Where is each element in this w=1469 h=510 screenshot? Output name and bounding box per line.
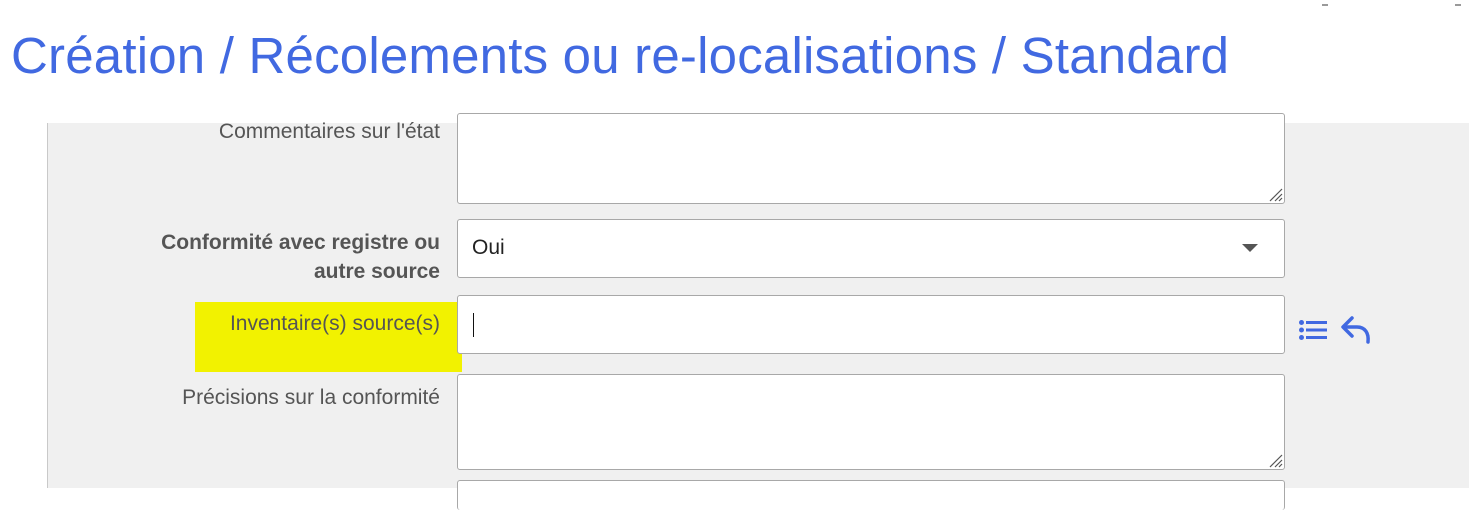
text-cursor [473, 313, 474, 337]
precisions-conformite-textarea[interactable] [457, 374, 1285, 470]
inventaires-source-label: Inventaire(s) source(s) [229, 312, 440, 335]
form-panel: Commentaires sur l'état Conformité avec … [47, 113, 1469, 510]
top-edge-mark [1322, 0, 1328, 6]
etat-comment-textarea[interactable] [457, 113, 1285, 204]
reply-arrow-icon[interactable] [1341, 316, 1371, 344]
page-title: Création / Récolements ou re-localisatio… [11, 27, 1230, 84]
top-edge-mark [1455, 0, 1461, 6]
chevron-down-icon [1242, 244, 1258, 252]
resize-grip-icon[interactable] [1267, 452, 1283, 468]
resize-grip-icon[interactable] [1267, 186, 1283, 202]
next-field-partial[interactable] [457, 480, 1285, 510]
conformite-label-line2: autre source [313, 260, 440, 283]
conformite-label-line1: Conformité avec registre ou [161, 231, 440, 254]
list-icon[interactable] [1299, 320, 1327, 340]
precisions-conformite-label: Précisions sur la conformité [182, 386, 440, 409]
conformite-selected-value: Oui [472, 236, 505, 259]
inventaires-source-input[interactable] [457, 295, 1285, 354]
conformite-select[interactable]: Oui [457, 219, 1285, 278]
etat-comment-label: Commentaires sur l'état [218, 120, 440, 143]
